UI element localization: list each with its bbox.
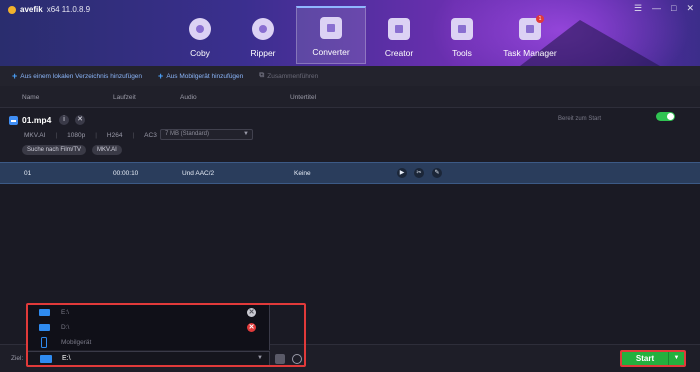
- meta-video-codec: H264: [106, 132, 123, 139]
- profile-pill[interactable]: MKV.AI: [92, 145, 122, 155]
- edit-icon[interactable]: ✎: [432, 168, 442, 178]
- plus-icon: +: [12, 71, 18, 81]
- tab-tools-label: Tools: [452, 48, 472, 58]
- creator-icon: [388, 18, 410, 40]
- file-checkbox[interactable]: [9, 116, 18, 125]
- chevron-down-icon: ▼: [257, 355, 263, 361]
- add-mobile-button[interactable]: + Aus Mobilgerät hinzufügen: [158, 71, 243, 81]
- tab-creator[interactable]: Creator: [369, 6, 429, 64]
- track-row[interactable]: 01 00:00:10 Und AAC/2 Keine ▶ ✂ ✎: [0, 162, 700, 184]
- drive-label: E:\: [61, 309, 69, 316]
- start-button[interactable]: Start ▼: [620, 350, 686, 367]
- drive-dropdown: E:\ ✕ D:\ ✕ Mobilgerät: [27, 304, 270, 350]
- target-label: Ziel:: [11, 355, 24, 362]
- disc-copy-icon: [189, 18, 211, 40]
- add-local-label: Aus einem lokalen Verzeichnis hinzufügen: [20, 72, 143, 80]
- task-badge: 1: [536, 15, 544, 23]
- toolbar: + Aus einem lokalen Verzeichnis hinzufüg…: [0, 66, 700, 86]
- size-select-value: 7 MB (Standard): [165, 131, 210, 137]
- merge-icon: ⧉: [259, 72, 265, 79]
- browse-folder-icon[interactable]: [275, 354, 285, 364]
- add-local-button[interactable]: + Aus einem lokalen Verzeichnis hinzufüg…: [12, 71, 142, 81]
- main-nav: Coby Ripper Converter Creator Tools 1 Ta…: [170, 6, 568, 64]
- target-path-select[interactable]: E:\ ▼: [27, 351, 270, 366]
- meta-resolution: 1080p: [67, 132, 86, 139]
- column-headers: Name Laufzeit Audio Untertitel: [0, 86, 700, 108]
- tab-ripper[interactable]: Ripper: [233, 6, 293, 64]
- status-text: Bereit zum Start: [558, 116, 602, 122]
- col-duration[interactable]: Laufzeit: [113, 94, 136, 101]
- merge-button[interactable]: ⧉ Zusammenführen: [259, 72, 318, 80]
- converter-icon: [320, 17, 342, 39]
- tab-task-manager-label: Task Manager: [503, 48, 557, 58]
- menu-icon[interactable]: ☰: [634, 3, 642, 14]
- dropdown-divider: [269, 304, 270, 350]
- file-entry: 01.mp4 i ✕ MKV.AI | 1080p | H264 | AC3 |…: [0, 108, 700, 162]
- start-label: Start: [635, 354, 655, 363]
- track-duration: 00:00:10: [113, 170, 139, 177]
- play-icon[interactable]: ▶: [397, 168, 407, 178]
- disc-ripper-icon: [252, 18, 274, 40]
- tab-converter-label: Converter: [312, 47, 350, 57]
- merge-label: Zusammenführen: [267, 72, 319, 80]
- col-audio[interactable]: Audio: [180, 94, 197, 101]
- col-name[interactable]: Name: [22, 94, 39, 101]
- folder-icon: [39, 309, 50, 316]
- app-version: x64 11.0.8.9: [46, 5, 91, 14]
- tools-icon: [451, 18, 473, 40]
- minimize-icon[interactable]: —: [652, 3, 661, 14]
- target-path-value: E:\: [62, 355, 71, 362]
- start-dropdown-icon[interactable]: ▼: [668, 352, 684, 365]
- drive-option[interactable]: D:\ ✕: [27, 320, 270, 335]
- drive-option[interactable]: E:\ ✕: [27, 305, 270, 320]
- tab-copy[interactable]: Coby: [170, 6, 230, 64]
- meta-container: MKV.AI: [24, 132, 46, 139]
- trim-icon[interactable]: ✂: [414, 168, 424, 178]
- meta-audio-codec: AC3: [144, 132, 157, 139]
- maximize-icon[interactable]: □: [671, 3, 676, 14]
- track-subtitle: Keine: [294, 170, 311, 177]
- search-movie-button[interactable]: Suche nach Film/TV: [22, 145, 87, 155]
- app-header: avefik x64 11.0.8.9 ☰ — □ ✕ Coby Ripper …: [0, 0, 700, 66]
- app-logo-icon: [8, 5, 16, 14]
- drive-option[interactable]: Mobilgerät: [27, 335, 270, 350]
- chevron-down-icon: ▼: [243, 131, 249, 137]
- drive-label: Mobilgerät: [61, 339, 92, 346]
- drive-label: D:\: [61, 324, 70, 331]
- app-brand: avefik x64 11.0.8.9: [8, 5, 90, 14]
- globe-icon[interactable]: [292, 354, 302, 364]
- track-audio: Und AAC/2: [182, 170, 215, 177]
- close-icon[interactable]: ✕: [686, 3, 694, 14]
- remove-drive-icon[interactable]: ✕: [247, 308, 256, 317]
- tab-creator-label: Creator: [384, 48, 414, 58]
- add-mobile-label: Aus Mobilgerät hinzufügen: [166, 72, 244, 80]
- tab-task-manager[interactable]: 1 Task Manager: [495, 6, 565, 64]
- folder-icon: [40, 355, 52, 363]
- file-meta: MKV.AI | 1080p | H264 | AC3 |: [24, 132, 169, 139]
- file-name: 01.mp4: [22, 115, 52, 125]
- app-name: avefik: [20, 5, 43, 14]
- remove-icon[interactable]: ✕: [75, 115, 85, 125]
- remove-drive-icon[interactable]: ✕: [247, 323, 256, 332]
- task-manager-icon: 1: [519, 15, 544, 40]
- window-controls: ☰ — □ ✕: [634, 3, 694, 14]
- tab-tools[interactable]: Tools: [432, 6, 492, 64]
- tab-ripper-label: Ripper: [250, 48, 276, 58]
- info-icon[interactable]: i: [59, 115, 69, 125]
- folder-icon: [39, 324, 50, 331]
- file-toggle[interactable]: [656, 112, 675, 121]
- tab-converter[interactable]: Converter: [296, 6, 366, 64]
- file-pills: Suche nach Film/TV MKV.AI: [22, 145, 122, 155]
- plus-icon: +: [158, 71, 164, 81]
- tab-copy-label: Coby: [190, 48, 210, 58]
- size-select[interactable]: 7 MB (Standard) ▼: [160, 129, 253, 140]
- phone-icon: [41, 337, 47, 348]
- track-title: 01: [24, 170, 32, 177]
- col-subtitle[interactable]: Untertitel: [290, 94, 316, 101]
